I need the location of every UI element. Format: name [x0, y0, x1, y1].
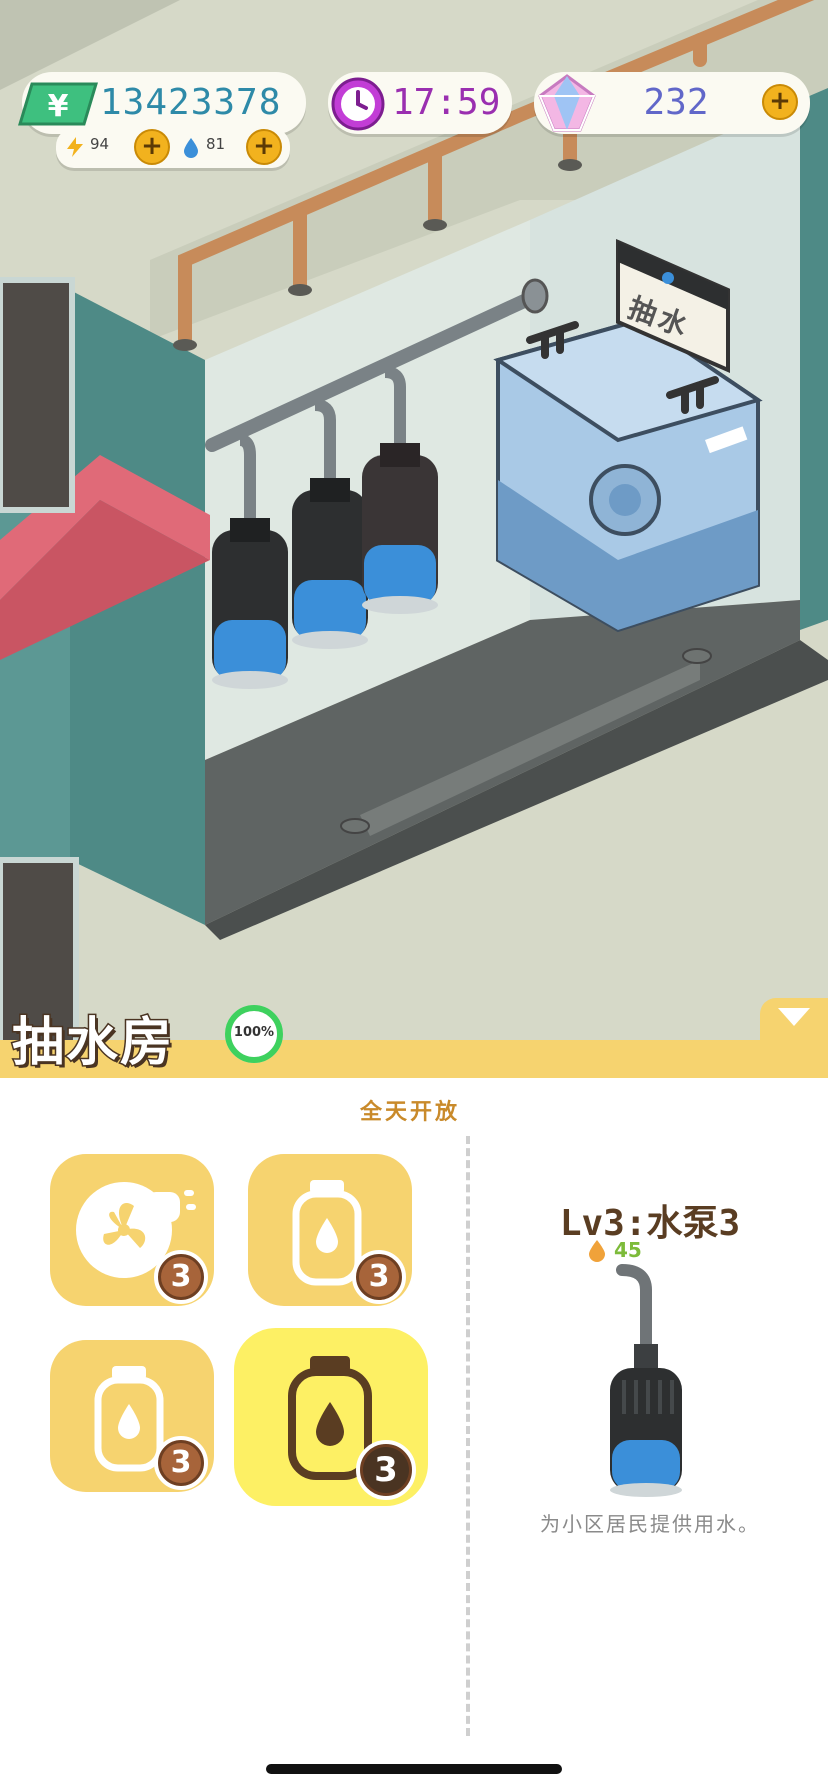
water-drop-icon: [184, 138, 198, 158]
time-value: 17:59: [392, 82, 501, 123]
clock-display: 17:59: [328, 72, 512, 134]
pump-unit-2: [292, 478, 368, 649]
add-water-button[interactable]: +: [246, 129, 282, 165]
item-tile-bottle-1[interactable]: 3: [248, 1154, 412, 1306]
triangle-down-icon: [778, 1008, 810, 1026]
resources-display: 94 + 81 +: [56, 128, 290, 168]
item-tile-bottle-2[interactable]: 3: [50, 1340, 214, 1492]
water-drop-icon: [589, 1240, 605, 1262]
home-indicator[interactable]: [266, 1764, 562, 1774]
detail-description: 为小区居民提供用水。: [540, 1512, 760, 1536]
money-value: 13423378: [100, 82, 282, 123]
detail-cost: 45: [614, 1238, 642, 1262]
gem-value: 232: [643, 82, 709, 123]
svg-text:¥: ¥: [48, 89, 69, 124]
detail-title: Lv3:水泵3: [559, 1203, 741, 1244]
diamond-gem-icon: [538, 74, 596, 132]
clock-icon: [331, 77, 385, 131]
item-count-badge: 3: [352, 1250, 406, 1304]
item-count-badge: 3: [154, 1250, 208, 1304]
pump-unit-3: [362, 443, 438, 614]
collapse-panel-button[interactable]: [760, 998, 828, 1050]
lightning-icon: [67, 137, 83, 157]
item-count-badge: 3: [154, 1436, 208, 1490]
add-energy-button[interactable]: +: [134, 129, 170, 165]
game-screen: 抽水 ¥ 13423378 94 + 81 + 17:59 232 + 抽水房 …: [0, 0, 828, 1792]
water-value: 81: [206, 135, 226, 153]
progress-label: 100%: [233, 1025, 275, 1040]
pump-unit-1: [212, 518, 288, 689]
item-tile-fan[interactable]: 3: [50, 1154, 214, 1306]
add-gems-button[interactable]: +: [762, 84, 798, 120]
gem-display: 232 +: [534, 72, 810, 134]
opening-hours: 全天开放: [359, 1100, 460, 1125]
money-display: ¥ 13423378: [18, 72, 306, 134]
yen-banknote-icon: ¥: [18, 82, 98, 126]
room-title: 抽水房: [10, 1012, 175, 1075]
water-pump-image: [610, 1264, 682, 1497]
panel-divider: [466, 1136, 470, 1736]
energy-value: 94: [90, 135, 110, 153]
item-tile-bottle-selected[interactable]: 3: [234, 1328, 428, 1506]
item-count-badge: 3: [356, 1440, 416, 1500]
